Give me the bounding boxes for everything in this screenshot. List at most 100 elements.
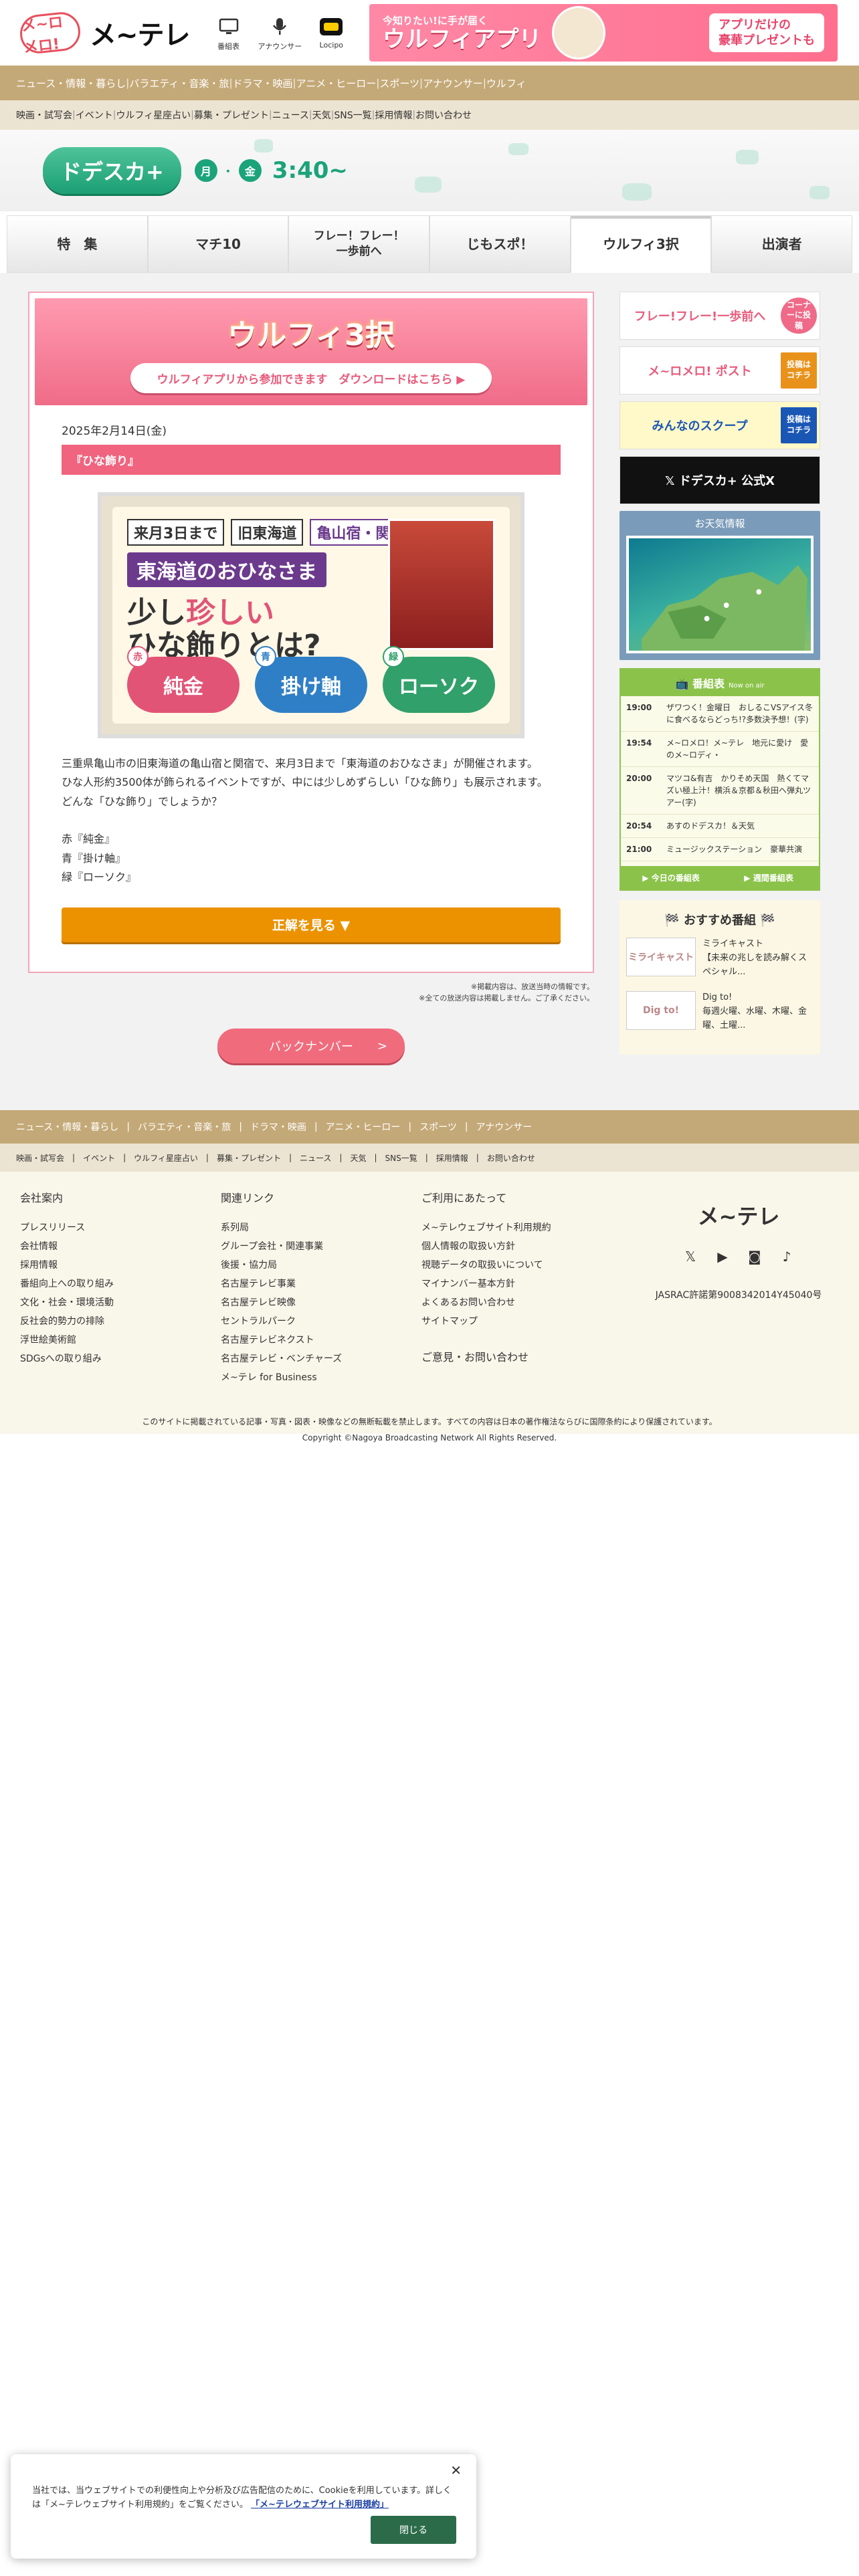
cookie-close-button[interactable]: 閉じる — [371, 2516, 456, 2544]
schedule-title: 番組表 — [692, 677, 725, 690]
meromero-post-banner[interactable]: メ~ロメロ! ポスト 投稿はコチラ — [619, 346, 820, 395]
subnav-item[interactable]: お問い合わせ — [415, 108, 472, 122]
footer-subnav-item[interactable]: ニュース — [300, 1152, 331, 1164]
ulfi-app-banner[interactable]: 今知りたい!に手が届く ウルフィアプリ アプリだけの 豪華プレゼントも — [369, 4, 838, 62]
terms-link[interactable]: 「メ~テレウェブサイト利用規約」 — [251, 2500, 389, 2510]
footer-subnav-item[interactable]: ウルフィ星座占い — [134, 1152, 198, 1164]
footer-subnav-item[interactable]: SNS一覧 — [385, 1152, 417, 1164]
footer-subnav-item[interactable]: 映画・試写会 — [16, 1152, 64, 1164]
back-number-button[interactable]: バックナンバー > — [217, 1029, 405, 1063]
subnav-item[interactable]: ウルフィ星座占い — [116, 108, 191, 122]
footer-nav-item[interactable]: ニュース・情報・暮らし — [16, 1120, 118, 1134]
nav-separator: | — [419, 77, 423, 89]
footer-link[interactable]: メ~テレ for Business — [221, 1368, 421, 1387]
social-links: 𝕏 ▶ ◙ ♪ — [638, 1248, 839, 1265]
schedule-row[interactable]: 21:00 ミュージックステーション 豪華共演 — [621, 838, 819, 861]
site-logo[interactable]: メ~ロメロ! メ~テレ — [18, 10, 191, 56]
footer-link[interactable]: 名古屋テレビネクスト — [221, 1331, 421, 1350]
weekly-schedule-link[interactable]: ▶ 週間番組表 — [721, 869, 816, 887]
footer-link[interactable]: メ~テレウェブサイト利用規約 — [421, 1218, 622, 1237]
youtube-icon[interactable]: ▶ — [714, 1248, 731, 1265]
x-icon[interactable]: 𝕏 — [682, 1248, 699, 1265]
nav-item[interactable]: アナウンサー — [423, 76, 483, 90]
footer-link[interactable]: 名古屋テレビ映像 — [221, 1293, 421, 1312]
tab-special[interactable]: 特 集 — [7, 215, 148, 273]
footer-link[interactable]: 浮世絵美術館 — [20, 1331, 221, 1350]
app-download-button[interactable]: ウルフィアプリから参加できます ダウンロードはこちら ▶ — [130, 362, 492, 393]
footer-link[interactable]: 番組向上への取り組み — [20, 1275, 221, 1293]
footer-subnav-item[interactable]: 採用情報 — [436, 1152, 468, 1164]
footer-link[interactable]: 個人情報の取扱い方針 — [421, 1237, 622, 1256]
footer-link[interactable]: グループ会社・関連事業 — [221, 1237, 421, 1256]
subnav-item[interactable]: 募集・プレゼント — [194, 108, 269, 122]
nav-item[interactable]: バラエティ・音楽・旅 — [129, 76, 229, 90]
footer-link[interactable]: 後援・協力局 — [221, 1256, 421, 1275]
tab-cast[interactable]: 出演者 — [711, 215, 853, 273]
footer-link[interactable]: 名古屋テレビ・ベンチャーズ — [221, 1350, 421, 1368]
footer-nav-item[interactable]: ドラマ・映画 — [250, 1120, 306, 1134]
ippomae-banner[interactable]: フレー!フレー!一歩前へ コーナーに投稿 — [619, 292, 820, 340]
tab-jimosupo[interactable]: じもスポ！ — [430, 215, 571, 273]
footer-link[interactable]: サイトマップ — [421, 1312, 622, 1331]
subnav-item[interactable]: 天気 — [312, 108, 331, 122]
tab-ippomae[interactable]: フレー！フレー！ 一歩前へ — [288, 215, 430, 273]
footer-nav-item[interactable]: バラエティ・音楽・旅 — [138, 1120, 231, 1134]
subnav-item[interactable]: SNS一覧 — [334, 108, 371, 122]
tiktok-icon[interactable]: ♪ — [778, 1248, 795, 1265]
recommended-item[interactable]: ミライキャスト ミライキャスト 【未来の兆しを読み解くスペシャル... — [626, 938, 814, 979]
subnav-item[interactable]: 採用情報 — [375, 108, 412, 122]
schedule-row[interactable]: 20:00 マツコ&有吉 かりそめ天国 熱くてマズい極上汁！横浜＆京都＆秋田へ弾丸… — [621, 767, 819, 815]
today-schedule-link[interactable]: ▶ 今日の番組表 — [624, 869, 719, 887]
subnav-item[interactable]: ニュース — [272, 108, 309, 122]
footer-link[interactable]: SDGsへの取り組み — [20, 1350, 221, 1368]
tab-ulfi-3taku[interactable]: ウルフィ3択 — [570, 215, 712, 273]
footer-link[interactable]: よくあるお問い合わせ — [421, 1293, 622, 1312]
footer-link[interactable]: 採用情報 — [20, 1256, 221, 1275]
footer-link[interactable]: 会社情報 — [20, 1237, 221, 1256]
schedule-row[interactable]: 20:54 あすのドデスカ！＆天気 — [621, 815, 819, 838]
nav-item[interactable]: ウルフィ — [486, 76, 527, 90]
nav-item[interactable]: ニュース・情報・暮らし — [16, 76, 126, 90]
footer-link[interactable]: 名古屋テレビ事業 — [221, 1275, 421, 1293]
footer-subnav-item[interactable]: 天気 — [350, 1152, 366, 1164]
footer-link[interactable]: プレスリリース — [20, 1218, 221, 1237]
dodesuka-logo[interactable]: ドデスカ+ — [43, 147, 181, 194]
footer-columns: 会社案内 プレスリリース 会社情報 採用情報 番組向上への取り組み 文化・社会・環境活動反… — [20, 1189, 839, 1387]
minna-scoop-banner[interactable]: みんなのスクープ 投稿はコチラ — [619, 401, 820, 449]
announcer-link[interactable]: アナウンサー — [258, 17, 302, 51]
show-answer-button[interactable]: 正解を見る ▼ — [62, 907, 561, 942]
footer-link[interactable]: セントラルパーク — [221, 1312, 421, 1331]
footer-nav-item[interactable]: スポーツ — [419, 1120, 457, 1134]
footer-contact-link[interactable]: ご意見・お問い合わせ — [421, 1348, 622, 1364]
footer-subnav-item[interactable]: 募集・プレゼント — [217, 1152, 281, 1164]
footer-link[interactable]: マイナンバー基本方針 — [421, 1275, 622, 1293]
tv-guide-link[interactable]: 番組表 — [217, 17, 241, 51]
nav-separator: | — [72, 1153, 76, 1162]
footer-subnav-item[interactable]: お問い合わせ — [487, 1152, 535, 1164]
tab-machi10[interactable]: マチ10 — [147, 215, 289, 273]
schedule-list[interactable]: 19:00 ザワつく！金曜日 おしるこVSアイス冬に食べるならどっち!?多数決予想… — [621, 696, 819, 866]
footer-link[interactable]: 文化・社会・環境活動 — [20, 1293, 221, 1312]
x-official-banner[interactable]: 𝕏 ドデスカ+ 公式X — [619, 456, 820, 504]
subnav-item[interactable]: イベント — [76, 108, 113, 122]
footer-subnav-item[interactable]: イベント — [83, 1152, 115, 1164]
line-icon[interactable]: ◙ — [746, 1248, 763, 1265]
nav-item[interactable]: スポーツ — [379, 76, 419, 90]
nav-item[interactable]: ドラマ・映画 — [233, 76, 293, 90]
subnav-item[interactable]: 映画・試写会 — [16, 108, 72, 122]
schedule-program-name: メ~ロメロ！メ~テレ 地元に愛け 愛のメ~ロディ・ — [666, 738, 809, 760]
recommended-item[interactable]: Dig to! Dig to! 毎週火曜、水曜、木曜、金曜、土曜... — [626, 991, 814, 1033]
schedule-row[interactable]: 19:54 メ~ロメロ！メ~テレ 地元に愛け 愛のメ~ロディ・ — [621, 732, 819, 767]
schedule-row[interactable]: 19:00 ザワつく！金曜日 おしるこVSアイス冬に食べるならどっち!?多数決予想… — [621, 696, 819, 732]
weather-widget[interactable]: お天気情報 — [619, 511, 820, 660]
locipo-link[interactable]: Locipo — [319, 17, 343, 51]
footer-link[interactable]: 反社会的勢力の排除 — [20, 1312, 221, 1331]
footer-nav-item[interactable]: アナウンサー — [476, 1120, 533, 1134]
back-number-label: バックナンバー — [269, 1040, 353, 1054]
footer-link[interactable]: 視聴データの取扱いについて — [421, 1256, 622, 1275]
footer-nav-item[interactable]: アニメ・ヒーロー — [326, 1120, 401, 1134]
footer-logo[interactable]: メ~テレ — [638, 1200, 839, 1230]
close-icon[interactable]: ✕ — [450, 2462, 462, 2478]
nav-item[interactable]: アニメ・ヒーロー — [296, 76, 377, 90]
footer-link[interactable]: 系列局 — [221, 1218, 421, 1237]
